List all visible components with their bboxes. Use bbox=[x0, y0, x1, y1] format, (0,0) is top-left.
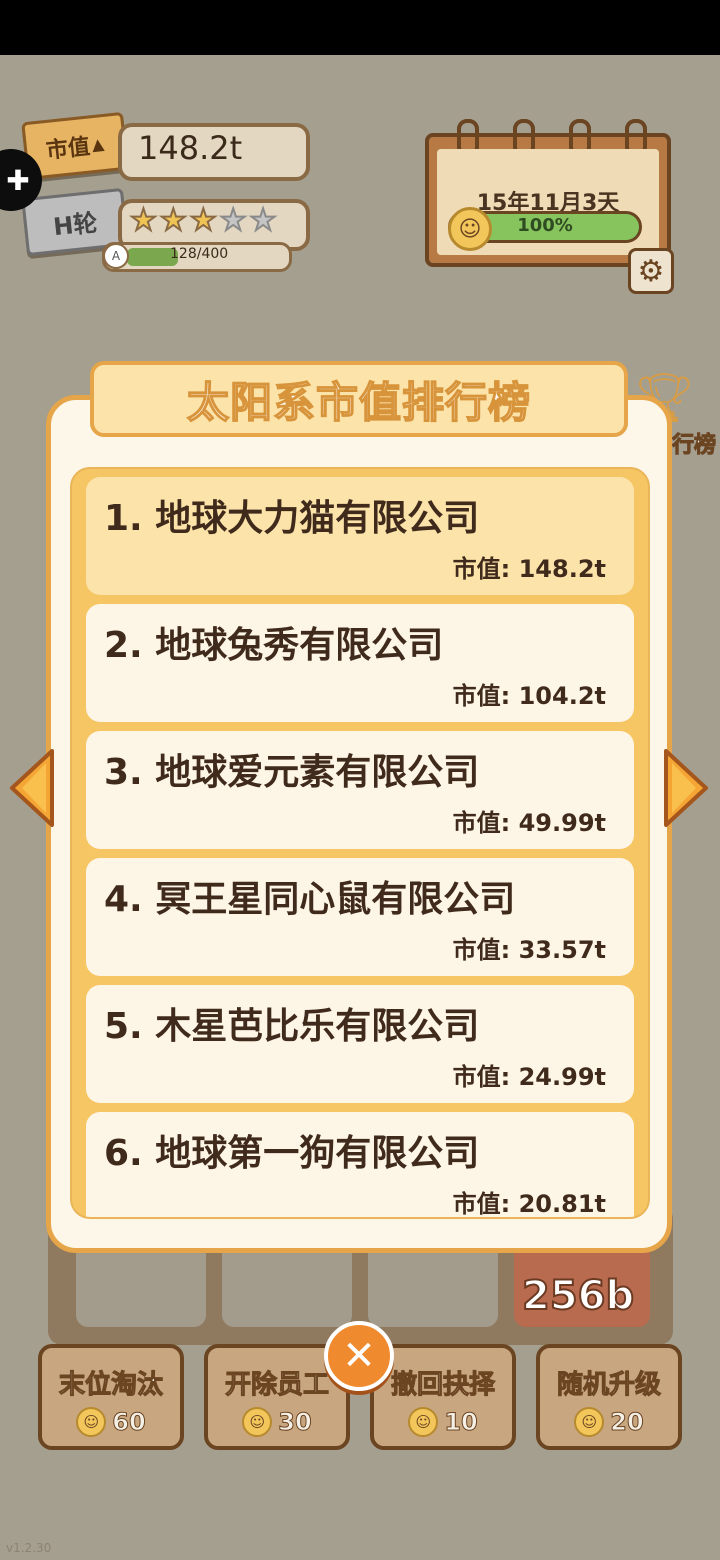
leaderboard-row[interactable]: 1. 地球大力猫有限公司市值: 148.2t bbox=[86, 477, 634, 595]
leaderboard-list[interactable]: 1. 地球大力猫有限公司 市值: 148.2t 2. 地球兔秀有限公司 市值: 104… bbox=[86, 477, 634, 1217]
company-market-value: 市值: 104.2t bbox=[452, 682, 606, 710]
company-name: 6. 地球第一狗有限公司 bbox=[104, 1133, 480, 1174]
company-name: 3. 地球爱元素有限公司 bbox=[104, 752, 480, 793]
leaderboard-row[interactable]: 2. 地球兔秀有限公司 市值: 104.2t bbox=[86, 604, 634, 722]
leaderboard-list-frame[interactable]: 1. 地球大力猫有限公司 市值: 148.2t 2. 地球兔秀有限公司 市值: 104… bbox=[70, 467, 650, 1219]
company-name: 5. 木星芭比乐有限公司 bbox=[104, 1006, 480, 1047]
game-screen: 市值 ▲ 148.2t H轮 ★ ★ ★ ★ ★ A 128/400 ✚ 15年11月3… bbox=[0, 55, 720, 1560]
close-icon[interactable]: ✕ bbox=[324, 1321, 394, 1391]
arrow-left-icon[interactable] bbox=[6, 747, 56, 829]
company-name: 1. 地球大力猫有限公司 bbox=[104, 498, 480, 539]
company-market-value: 市值: 24.99t bbox=[452, 1063, 606, 1091]
company-name: 4. 冥王星同心鼠有限公司 bbox=[104, 879, 516, 920]
company-name: 2. 地球兔秀有限公司 bbox=[104, 625, 444, 666]
leaderboard-row[interactable]: 4. 冥王星同心鼠有限公司市值: 33.57t bbox=[86, 858, 634, 976]
company-market-value: 市值: 33.57t bbox=[452, 936, 606, 964]
leaderboard-row[interactable]: 6. 地球第一狗有限公司市值: 20.81t bbox=[86, 1112, 634, 1218]
company-market-value: 市值: 148.2t bbox=[452, 555, 606, 583]
arrow-right-icon[interactable] bbox=[662, 747, 712, 829]
leaderboard-title: 太阳系市值排行榜 bbox=[186, 377, 531, 428]
company-market-value: 市值: 20.81t bbox=[452, 1190, 606, 1218]
company-market-value: 市值: 49.99t bbox=[452, 809, 606, 837]
leaderboard-title-plate: 太阳系市值排行榜 bbox=[90, 361, 628, 437]
leaderboard-row[interactable]: 5. 木星芭比乐有限公司市值: 24.99t bbox=[86, 985, 634, 1103]
leaderboard-row[interactable]: 3. 地球爱元素有限公司市值: 49.99t bbox=[86, 731, 634, 849]
